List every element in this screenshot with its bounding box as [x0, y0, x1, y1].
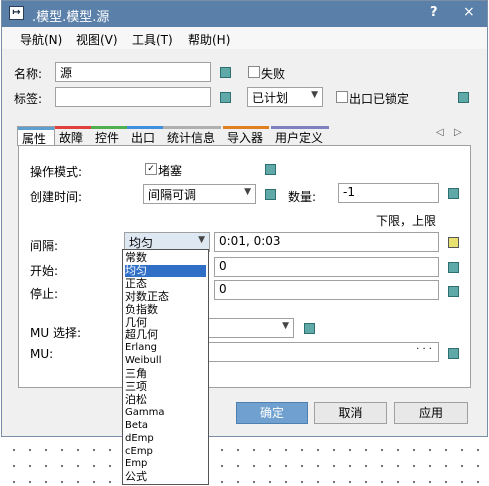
tab-next-icon[interactable]: ▷: [454, 127, 462, 138]
start-label: 开始:: [30, 264, 59, 278]
dropdown-option[interactable]: 对数正态: [125, 290, 206, 304]
tab-user-defined[interactable]: 用户定义: [271, 126, 329, 145]
interval-formula-icon[interactable]: [448, 237, 459, 248]
close-icon[interactable]: ×: [463, 4, 475, 20]
mu-input[interactable]: · · ·: [208, 342, 439, 362]
tab-exit-label: 出口: [131, 131, 156, 145]
blocked-label: 堵塞: [158, 164, 183, 178]
tab-importer[interactable]: 导入器: [223, 126, 269, 145]
ok-button[interactable]: 确定: [236, 402, 308, 424]
title-bar[interactable]: ↦ .模型.模型.源 ? ×: [2, 1, 487, 27]
distribution-dropdown-list: 常数 均匀 正态 对数正态 负指数 几何 超几何 Erlang Weibull 三角 三项 泊松 Gam…: [122, 249, 209, 485]
dropdown-option[interactable]: 常数: [125, 252, 206, 265]
created-select[interactable]: 间隔可调 ▼: [143, 184, 256, 204]
tab-statistics-label: 统计信息: [167, 131, 216, 145]
menu-tools[interactable]: 工具(T): [132, 31, 173, 48]
blocked-checkbox[interactable]: ✓: [145, 163, 157, 175]
dropdown-option[interactable]: 公式: [125, 471, 206, 484]
mode-label: 操作模式:: [30, 165, 83, 179]
mu-select[interactable]: ▼: [208, 318, 294, 338]
stop-label: 停止:: [30, 287, 59, 301]
menu-bar: 导航(N) 视图(V) 工具(T) 帮助(H): [2, 27, 487, 49]
dropdown-option[interactable]: Weibull: [125, 355, 206, 368]
interval-value-input[interactable]: 0:01, 0:03: [214, 232, 439, 252]
dropdown-option[interactable]: 超几何: [125, 329, 206, 342]
stop-input[interactable]: 0: [214, 280, 439, 300]
help-question-icon[interactable]: ?: [430, 5, 438, 20]
dropdown-option[interactable]: Gamma: [125, 407, 206, 420]
window-title: .模型.模型.源: [32, 10, 110, 25]
failed-checkbox[interactable]: [248, 66, 260, 78]
quantity-inherit-icon[interactable]: [448, 188, 459, 199]
exit-locked-inherit-icon[interactable]: [458, 92, 469, 103]
name-input[interactable]: 源: [55, 62, 211, 82]
tab-failures[interactable]: 故障: [55, 126, 91, 145]
dropdown-option[interactable]: dEmp: [125, 433, 206, 446]
start-input[interactable]: 0: [214, 257, 439, 277]
name-label: 名称:: [14, 67, 43, 81]
tag-label: 标签:: [14, 92, 43, 106]
interval-label: 间隔:: [30, 239, 59, 253]
created-inherit-icon[interactable]: [265, 189, 276, 200]
apply-button[interactable]: 应用: [394, 402, 468, 424]
name-inherit-icon[interactable]: [220, 67, 231, 78]
mu-select-inherit-icon[interactable]: [304, 323, 315, 334]
menu-help[interactable]: 帮助(H): [188, 31, 230, 48]
dropdown-option[interactable]: 三项: [125, 381, 206, 394]
mu-inherit-icon[interactable]: [448, 348, 459, 359]
chevron-down-icon: ▼: [198, 235, 205, 245]
start-inherit-icon[interactable]: [448, 262, 459, 273]
dropdown-option[interactable]: Beta: [125, 420, 206, 433]
canvas-dot-grid: [0, 438, 489, 486]
plan-select[interactable]: 已计划 ▼: [247, 87, 323, 107]
chevron-down-icon: ▼: [311, 90, 318, 100]
tab-statistics[interactable]: 统计信息: [163, 126, 221, 145]
cancel-button[interactable]: 取消: [314, 402, 387, 424]
limits-label: 下限，上限: [376, 214, 437, 228]
tab-user-defined-label: 用户定义: [275, 131, 324, 145]
dropdown-option[interactable]: 负指数: [125, 303, 206, 317]
tab-properties[interactable]: 属性: [17, 126, 55, 146]
created-label: 创建时间:: [30, 190, 83, 204]
mu-select-label: MU 选择:: [30, 326, 81, 340]
app-arrow-icon: ↦: [9, 6, 24, 20]
chevron-down-icon: ▼: [282, 321, 289, 331]
menu-navigate[interactable]: 导航(N): [20, 31, 62, 48]
failed-label: 失败: [261, 67, 286, 81]
dropdown-option[interactable]: 均匀: [125, 265, 206, 278]
dropdown-option[interactable]: 泊松: [125, 394, 206, 407]
exit-locked-checkbox[interactable]: [336, 91, 348, 103]
dropdown-option[interactable]: 正态: [125, 277, 206, 291]
dialog-window: ↦ .模型.模型.源 ? × 导航(N) 视图(V) 工具(T) 帮助(H) 名…: [1, 0, 488, 437]
plan-select-value: 已计划: [252, 91, 289, 105]
dropdown-option[interactable]: Emp: [125, 458, 206, 471]
quantity-input[interactable]: -1: [338, 183, 439, 203]
blocked-inherit-icon[interactable]: [265, 164, 276, 175]
exit-locked-label: 出口已锁定: [349, 92, 410, 106]
created-select-value: 间隔可调: [148, 188, 197, 202]
dropdown-option[interactable]: cEmp: [125, 446, 206, 459]
menu-view[interactable]: 视图(V): [76, 31, 118, 48]
interval-dist-value: 均匀: [129, 236, 154, 250]
mu-label: MU:: [30, 347, 54, 361]
quantity-label: 数量:: [288, 190, 317, 204]
tab-controls-label: 控件: [95, 131, 120, 145]
tag-input[interactable]: [55, 87, 211, 107]
tab-prev-icon[interactable]: ◁: [436, 127, 444, 138]
tab-controls[interactable]: 控件: [91, 126, 127, 145]
stop-inherit-icon[interactable]: [448, 286, 459, 297]
tag-inherit-icon[interactable]: [220, 92, 231, 103]
dropdown-option[interactable]: 三角: [125, 368, 206, 381]
tab-failures-label: 故障: [59, 131, 84, 145]
dropdown-option[interactable]: Erlang: [125, 342, 206, 355]
tab-importer-label: 导入器: [227, 131, 264, 145]
chevron-down-icon: ▼: [244, 187, 251, 197]
mu-browse-icon[interactable]: · · ·: [416, 344, 432, 355]
tab-exit[interactable]: 出口: [127, 126, 163, 145]
